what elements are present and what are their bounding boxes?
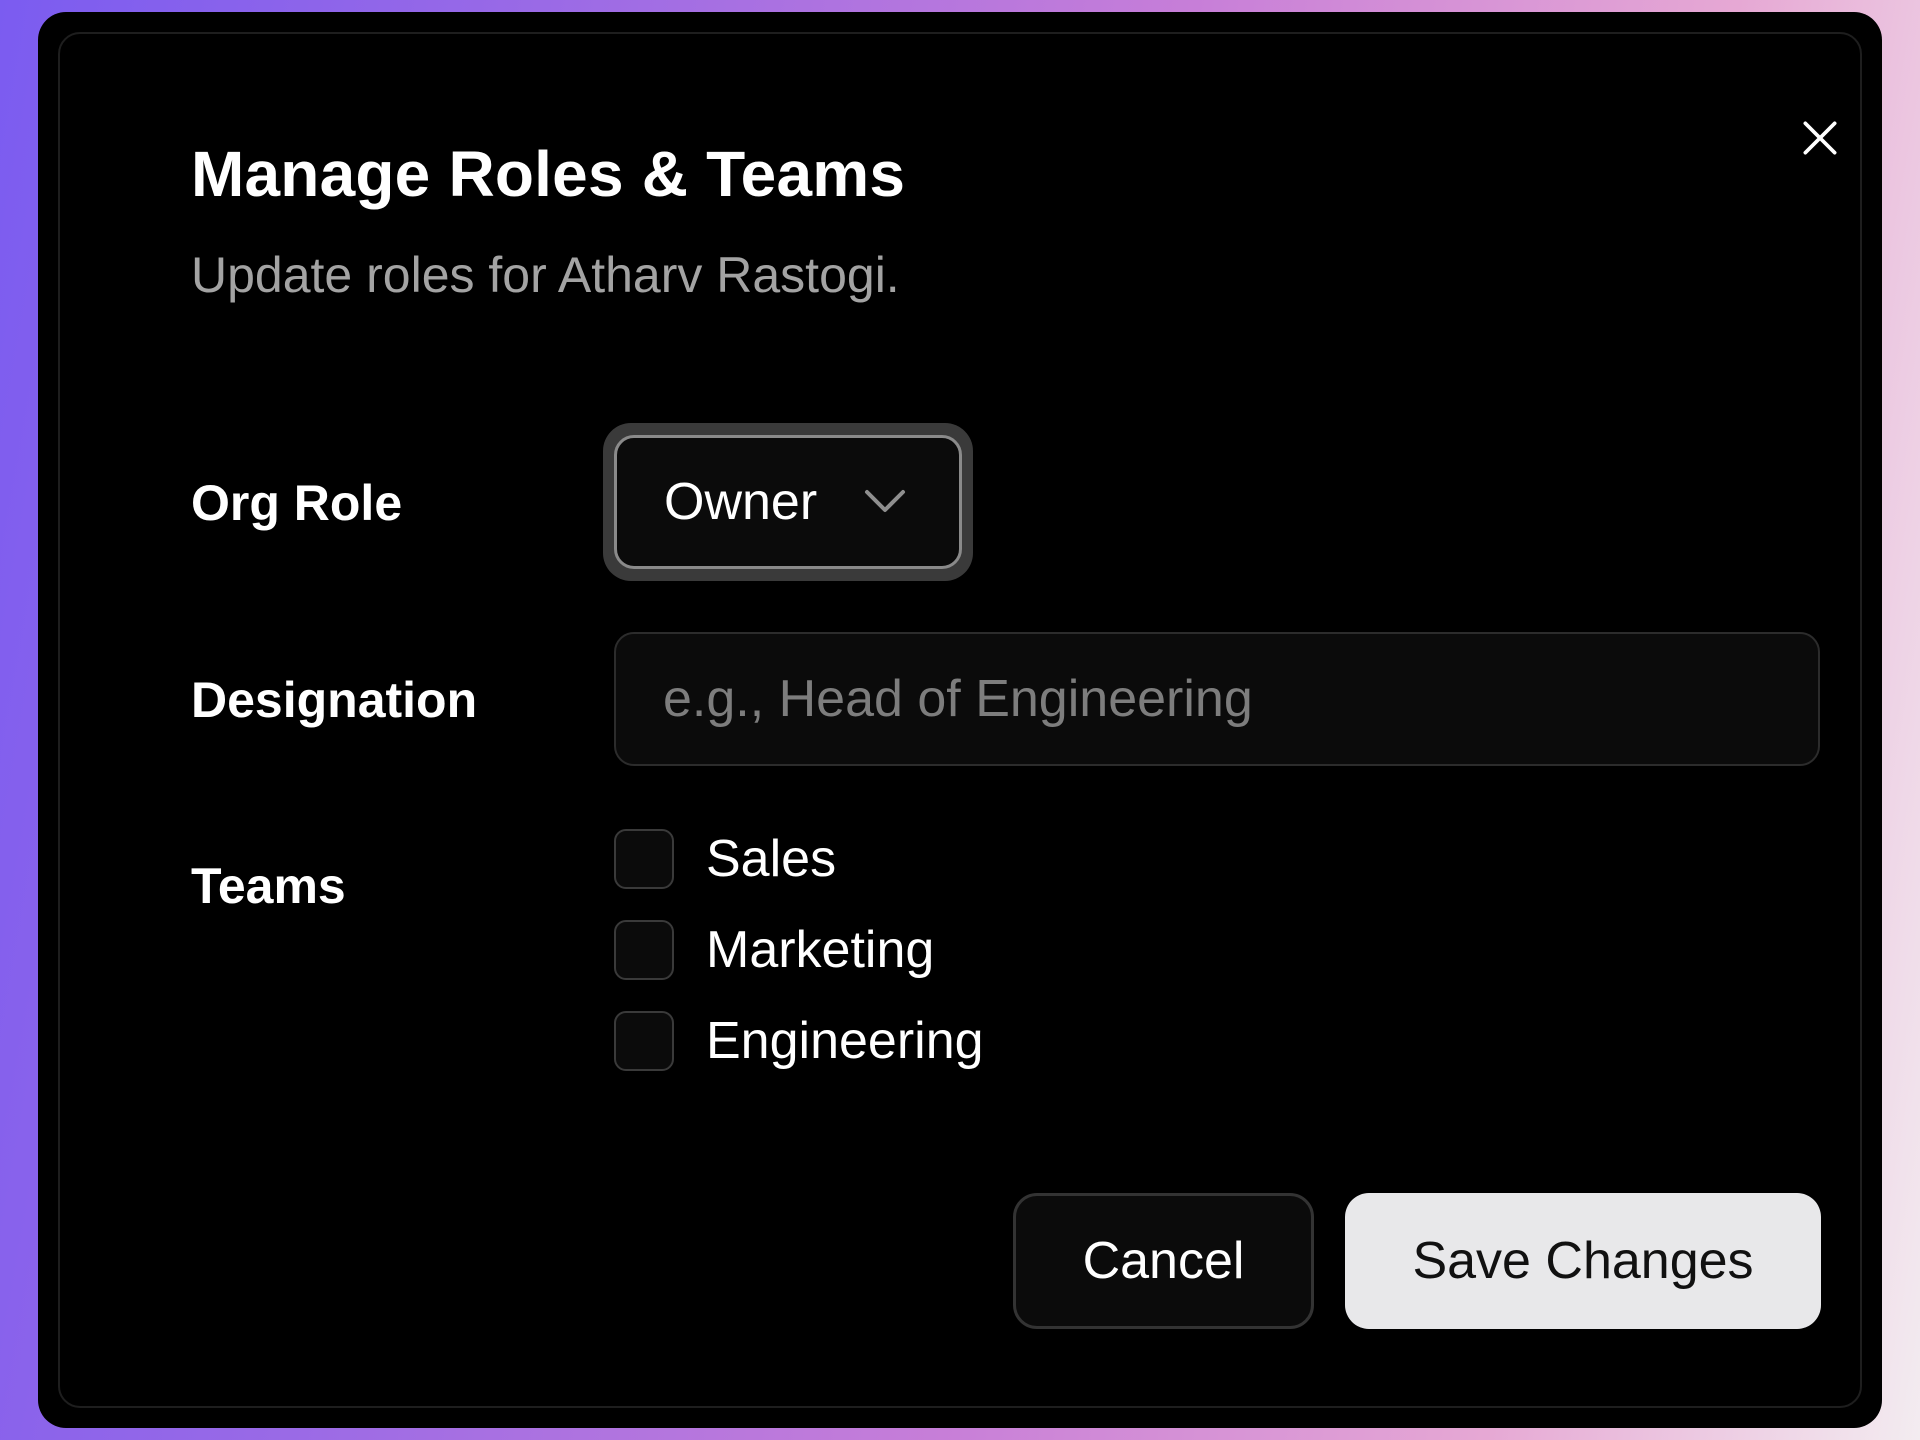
sales-checkbox[interactable] bbox=[614, 829, 674, 889]
cancel-button[interactable]: Cancel bbox=[1013, 1193, 1314, 1329]
team-option-label: Engineering bbox=[706, 1012, 984, 1070]
team-option-sales[interactable]: Sales bbox=[614, 827, 836, 891]
dialog-title: Manage Roles & Teams bbox=[191, 138, 906, 210]
team-option-label: Marketing bbox=[706, 921, 935, 979]
chevron-down-icon bbox=[865, 490, 905, 512]
close-icon bbox=[1803, 121, 1837, 155]
org-role-value: Owner bbox=[664, 473, 818, 531]
dialog-subtitle: Update roles for Atharv Rastogi. bbox=[191, 247, 900, 303]
org-role-label: Org Role bbox=[191, 475, 403, 531]
team-option-marketing[interactable]: Marketing bbox=[614, 918, 934, 982]
team-option-engineering[interactable]: Engineering bbox=[614, 1009, 984, 1073]
teams-label: Teams bbox=[191, 858, 346, 914]
close-button[interactable] bbox=[1796, 114, 1844, 162]
designation-label: Designation bbox=[191, 672, 478, 728]
org-role-select[interactable]: Owner bbox=[614, 435, 962, 569]
designation-input[interactable] bbox=[614, 632, 1820, 766]
team-option-label: Sales bbox=[706, 830, 837, 888]
marketing-checkbox[interactable] bbox=[614, 920, 674, 980]
save-changes-button[interactable]: Save Changes bbox=[1345, 1193, 1821, 1329]
manage-roles-dialog: Manage Roles & Teams Update roles for At… bbox=[38, 12, 1882, 1428]
engineering-checkbox[interactable] bbox=[614, 1011, 674, 1071]
